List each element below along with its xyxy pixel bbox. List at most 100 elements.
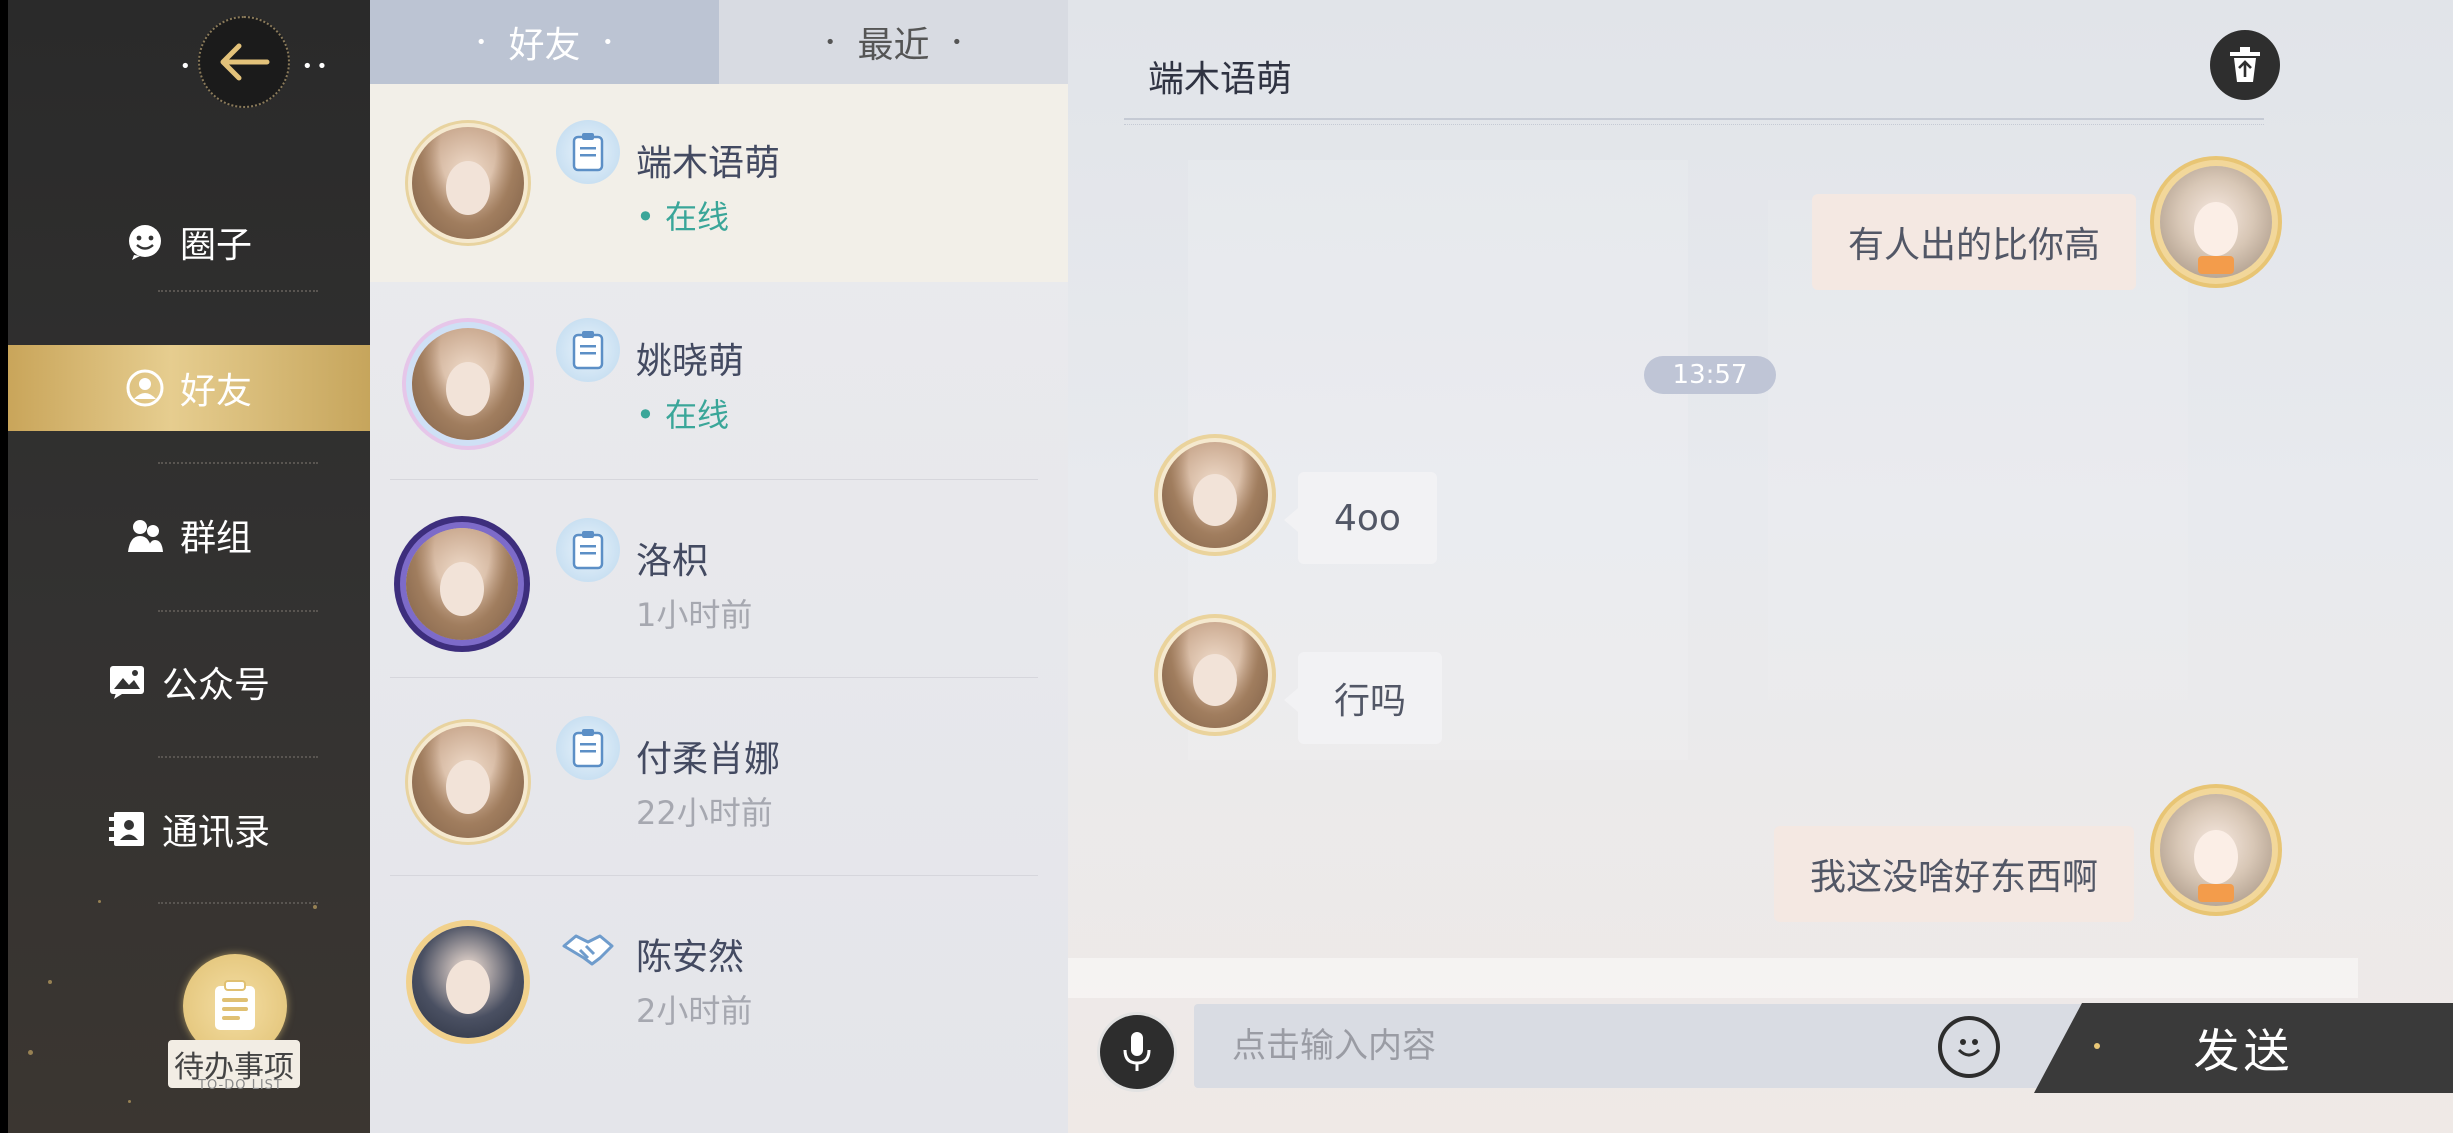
tab-label: 好友 <box>508 25 581 66</box>
sidebar-item-contacts[interactable]: 通讯录 <box>8 786 370 872</box>
note-badge-icon <box>556 318 620 382</box>
dot-decoration: • <box>824 31 836 53</box>
message-text: 4oo <box>1334 497 1401 539</box>
nav-divider <box>158 610 318 612</box>
friend-list-item[interactable]: 陈安然 2小时前 <box>370 876 1068 1074</box>
friend-name: 端木语萌 <box>636 143 781 184</box>
note-badge-icon <box>556 716 620 780</box>
avatar <box>412 328 524 440</box>
voice-input-button[interactable] <box>1100 1015 1174 1089</box>
send-button[interactable]: 发送 <box>2034 1003 2453 1093</box>
friend-name: 陈安然 <box>636 937 745 978</box>
title-divider <box>1124 118 2264 120</box>
message-text: 我这没啥好东西啊 <box>1810 857 2099 898</box>
message-bubble-incoming: 行吗 <box>1283 652 1443 744</box>
sparkle-decoration <box>98 900 101 903</box>
friend-status-text: 在线 <box>665 396 730 434</box>
contacts-book-icon <box>108 810 146 848</box>
sparkle-decoration <box>48 980 52 984</box>
message-bubble-outgoing: 我这没啥好东西啊 <box>1774 826 2135 922</box>
chat-title: 端木语萌 <box>1148 59 1293 100</box>
avatar <box>406 528 518 640</box>
message-bubble-outgoing: 有人出的比你高 <box>1812 194 2137 290</box>
back-button[interactable] <box>198 16 290 108</box>
send-label: 发送 <box>2193 1024 2294 1078</box>
left-sidebar: • •• 圈子 好友 群组 公众号 通讯录 待办事项 TO-DO LIST <box>8 0 370 1133</box>
my-avatar <box>2160 166 2272 278</box>
friend-status-text: 在线 <box>665 198 730 236</box>
app-window: • •• 圈子 好友 群组 公众号 通讯录 待办事项 TO-DO LIST • … <box>8 0 2453 1133</box>
friend-list-item[interactable]: 洛枳 1小时前 <box>370 480 1068 678</box>
friend-name: 付柔肖娜 <box>636 739 781 780</box>
friend-status: 2小时前 <box>636 992 753 1030</box>
list-tabs: • 好友 • • 最近 • <box>370 0 1068 84</box>
nav-divider <box>158 462 318 464</box>
note-badge-icon <box>556 518 620 582</box>
microphone-icon <box>1123 1032 1151 1071</box>
nav-divider <box>158 902 318 904</box>
nav-divider <box>158 756 318 758</box>
emoji-button[interactable] <box>1938 1016 2000 1078</box>
sender-avatar[interactable] <box>1162 622 1268 728</box>
dot-decoration: •• <box>302 56 332 77</box>
friend-list-item[interactable]: 姚晓萌 • 在线 <box>370 282 1068 480</box>
sidebar-item-groups[interactable]: 群组 <box>8 492 370 578</box>
message-text: 行吗 <box>1334 681 1407 722</box>
dot-decoration: • <box>180 56 191 77</box>
sparkle-decoration <box>28 1050 33 1055</box>
group-icon <box>126 516 164 554</box>
nav-divider <box>158 290 318 292</box>
sidebar-item-official-accounts[interactable]: 公众号 <box>8 639 370 725</box>
dot-decoration: • <box>951 31 963 53</box>
friend-status: 22小时前 <box>636 794 773 832</box>
avatar <box>412 127 524 239</box>
back-control: • •• <box>168 12 328 112</box>
clipboard-icon <box>215 980 255 1030</box>
timestamp-pill: 13:57 <box>1644 356 1776 394</box>
friend-list-panel: • 好友 • • 最近 • 端木语萌 • 在线 姚晓萌 • 在线 洛枳 1小时前… <box>370 0 1068 1133</box>
friend-status: • 在线 <box>636 396 730 434</box>
dot-decoration: • <box>602 31 614 53</box>
sidebar-item-label: 通讯录 <box>161 812 270 853</box>
trash-icon <box>2230 47 2260 82</box>
friend-face-icon <box>126 369 164 407</box>
sparkle-decoration <box>128 1100 131 1103</box>
todo-sublabel: TO-DO LIST <box>198 1078 283 1093</box>
tab-label: 最近 <box>857 25 930 66</box>
arrow-left-icon <box>220 43 270 81</box>
title-divider <box>1124 124 2264 125</box>
sidebar-item-label: 好友 <box>179 371 252 412</box>
input-strip <box>1068 958 2358 998</box>
avatar <box>412 926 524 1038</box>
tab-recent[interactable]: • 最近 • <box>719 0 1068 84</box>
chat-panel: 端木语萌 有人出的比你高 13:57 4oo 行吗 我这没啥好东西啊 点击输入内… <box>1068 0 2453 1133</box>
smiley-icon <box>1957 1039 1981 1057</box>
sender-avatar[interactable] <box>1162 442 1268 548</box>
friend-list-item[interactable]: 端木语萌 • 在线 <box>370 84 1068 282</box>
avatar <box>412 726 524 838</box>
timestamp-text: 13:57 <box>1672 360 1748 390</box>
friend-status: • 在线 <box>636 198 730 236</box>
tab-friends[interactable]: • 好友 • <box>370 0 719 84</box>
sparkle-decoration <box>2094 1043 2100 1049</box>
friend-name: 洛枳 <box>636 541 709 582</box>
handshake-icon <box>556 916 620 980</box>
dot-decoration: • <box>475 31 487 53</box>
message-bubble-incoming: 4oo <box>1284 472 1437 564</box>
note-badge-icon <box>556 120 620 184</box>
friend-name: 姚晓萌 <box>636 341 745 382</box>
sidebar-item-friends[interactable]: 好友 <box>8 345 370 431</box>
message-text: 有人出的比你高 <box>1848 225 2101 266</box>
friend-status: 1小时前 <box>636 596 753 634</box>
sparkle-decoration <box>313 905 317 909</box>
my-avatar <box>2160 794 2272 906</box>
sidebar-item-label: 公众号 <box>161 665 270 706</box>
clear-chat-button[interactable] <box>2210 30 2280 100</box>
smile-bubble-icon <box>126 223 164 261</box>
message-input-bar: 发送 <box>1068 958 2453 1133</box>
friend-list-item[interactable]: 付柔肖娜 22小时前 <box>370 678 1068 876</box>
sidebar-item-circle[interactable]: 圈子 <box>8 199 370 285</box>
image-bubble-icon <box>108 663 146 701</box>
sidebar-item-label: 群组 <box>179 518 252 559</box>
sidebar-item-label: 圈子 <box>179 225 252 266</box>
